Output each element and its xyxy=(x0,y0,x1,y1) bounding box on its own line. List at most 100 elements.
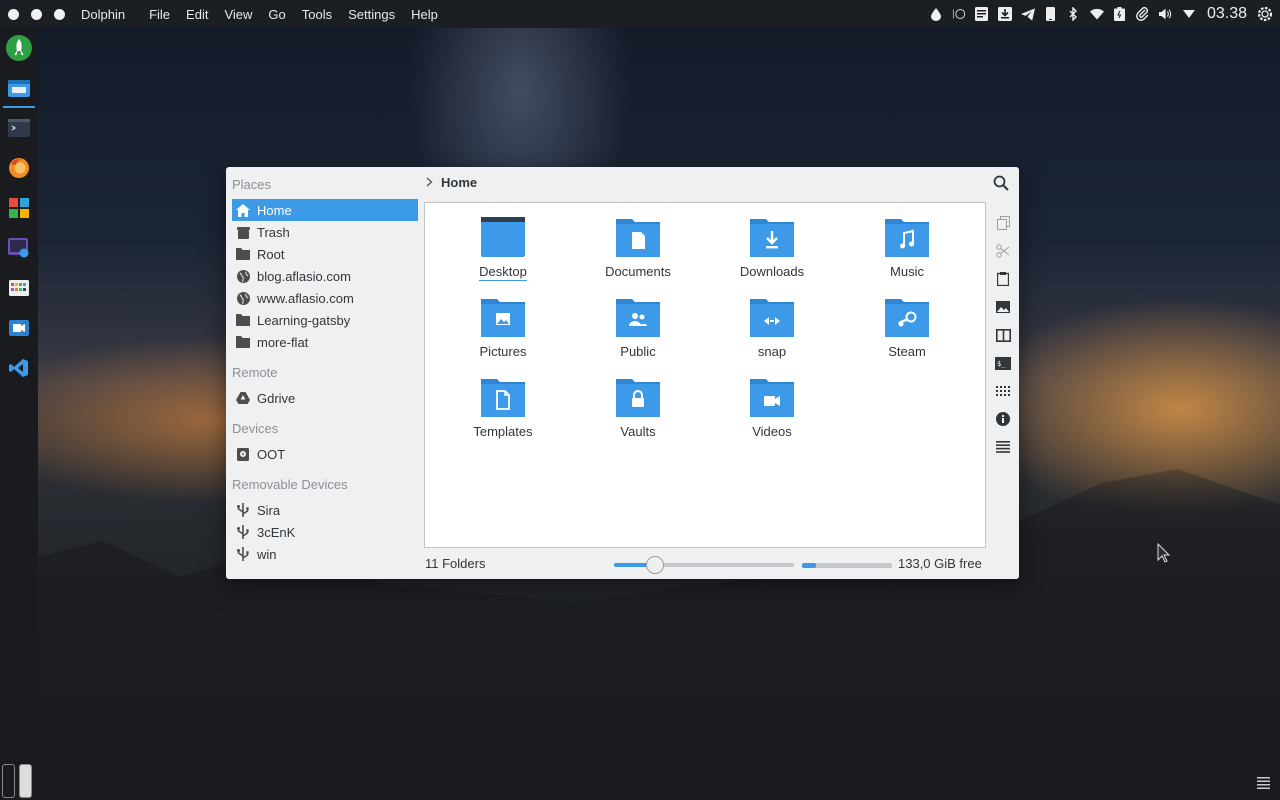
preview-button[interactable] xyxy=(993,293,1013,321)
menu-edit[interactable]: Edit xyxy=(178,7,216,22)
dock-app-grid[interactable] xyxy=(0,188,38,228)
dock-terminal[interactable] xyxy=(0,108,38,148)
folder-pictures[interactable]: Pictures xyxy=(448,296,558,372)
dock-color-palette[interactable] xyxy=(0,268,38,308)
workspace-1[interactable] xyxy=(2,764,15,798)
search-button[interactable] xyxy=(993,175,1011,193)
places-panel: Places Home Trash Root blog.aflasio.com … xyxy=(226,167,424,579)
folder-count: 11 Folders xyxy=(425,556,486,571)
split-view-button[interactable] xyxy=(993,321,1013,349)
folder-videos[interactable]: Videos xyxy=(717,376,827,452)
place-www[interactable]: www.aflasio.com xyxy=(232,287,418,309)
maximize-window-button[interactable] xyxy=(54,8,65,20)
circle-icon[interactable] xyxy=(952,7,966,21)
file-view[interactable]: Desktop Documents Downloads Music Pictur… xyxy=(424,202,986,548)
dock-launcher[interactable] xyxy=(0,28,38,68)
folder-music[interactable]: Music xyxy=(852,216,962,292)
paste-button[interactable] xyxy=(993,265,1013,293)
zoom-slider[interactable] xyxy=(614,556,794,574)
desktop-menu-icon[interactable] xyxy=(1257,777,1270,792)
folder-snap[interactable]: snap xyxy=(717,296,827,372)
dock-video[interactable] xyxy=(0,308,38,348)
drop-icon[interactable] xyxy=(929,7,943,21)
workspace-2[interactable] xyxy=(19,764,32,798)
folder-label: Pictures xyxy=(479,344,527,359)
minimize-window-button[interactable] xyxy=(31,8,42,20)
wifi-icon[interactable] xyxy=(1089,7,1104,21)
battery-icon[interactable] xyxy=(1113,7,1127,21)
place-label: Gdrive xyxy=(257,390,296,406)
place-label: win xyxy=(257,546,277,562)
place-win[interactable]: win xyxy=(232,543,418,565)
zoom-slider-handle[interactable] xyxy=(646,556,664,574)
mouse-cursor xyxy=(1157,542,1171,566)
copy-icon xyxy=(996,216,1010,230)
copy-button[interactable] xyxy=(993,209,1013,237)
paste-icon xyxy=(997,272,1009,286)
folder-icon xyxy=(235,334,251,350)
cut-button[interactable] xyxy=(993,237,1013,265)
folder-documents[interactable]: Documents xyxy=(583,216,693,292)
place-oot[interactable]: OOT xyxy=(232,443,418,465)
firefox-icon xyxy=(9,158,29,178)
menu-help[interactable]: Help xyxy=(403,7,446,22)
info-button[interactable] xyxy=(993,405,1013,433)
folder-downloads[interactable]: Downloads xyxy=(717,216,827,292)
folder-label: Public xyxy=(620,344,656,359)
trash-icon xyxy=(235,224,251,240)
clock[interactable]: 03.38 xyxy=(1207,5,1247,23)
folder-icon xyxy=(235,246,251,262)
tool-strip: $_ xyxy=(991,209,1015,461)
place-blog[interactable]: blog.aflasio.com xyxy=(232,265,418,287)
phone-icon[interactable] xyxy=(1044,7,1058,21)
folder-vaults[interactable]: Vaults xyxy=(583,376,693,452)
dock-firefox[interactable] xyxy=(0,148,38,188)
notes-icon[interactable] xyxy=(975,7,989,21)
place-root[interactable]: Root xyxy=(232,243,418,265)
place-learning-gatsby[interactable]: Learning-gatsby xyxy=(232,309,418,331)
clip-icon[interactable] xyxy=(1136,7,1150,21)
folder-templates[interactable]: Templates xyxy=(448,376,558,452)
free-space: 133,0 GiB free xyxy=(898,556,982,571)
telegram-icon[interactable] xyxy=(1020,7,1035,21)
icons-view-button[interactable] xyxy=(993,377,1013,405)
breadcrumb-home[interactable]: Home xyxy=(441,175,477,190)
arrow-down-icon[interactable] xyxy=(1182,7,1196,21)
app-name: Dolphin xyxy=(81,6,126,22)
details-view-button[interactable] xyxy=(993,433,1013,461)
menu-go[interactable]: Go xyxy=(260,7,293,22)
dolphin-window: Places Home Trash Root blog.aflasio.com … xyxy=(226,167,1019,579)
folder-label: snap xyxy=(757,344,787,359)
gear-icon[interactable] xyxy=(1256,5,1274,23)
folder-public[interactable]: Public xyxy=(583,296,693,372)
dock-dolphin[interactable] xyxy=(0,68,38,108)
menu-tools[interactable]: Tools xyxy=(294,7,340,22)
screenshot-icon xyxy=(8,238,29,258)
close-window-button[interactable] xyxy=(8,8,19,20)
place-trash[interactable]: Trash xyxy=(232,221,418,243)
folder-steam[interactable]: Steam xyxy=(852,296,962,372)
place-gdrive[interactable]: Gdrive xyxy=(232,387,418,409)
folder-desktop[interactable]: Desktop xyxy=(448,216,558,292)
cut-icon xyxy=(996,244,1010,258)
dock-screenshot[interactable] xyxy=(0,228,38,268)
place-home[interactable]: Home xyxy=(232,199,418,221)
place-label: Learning-gatsby xyxy=(257,312,351,328)
download-icon[interactable] xyxy=(997,7,1012,21)
menu-view[interactable]: View xyxy=(216,7,260,22)
terminal-panel-button[interactable]: $_ xyxy=(993,349,1013,377)
place-sira[interactable]: Sira xyxy=(232,499,418,521)
dock-vscode[interactable] xyxy=(0,348,38,388)
place-3cenk[interactable]: 3cEnK xyxy=(232,521,418,543)
place-more-flat[interactable]: more-flat xyxy=(232,331,418,353)
menu-settings[interactable]: Settings xyxy=(340,7,403,22)
place-label: Home xyxy=(257,202,292,218)
volume-icon[interactable] xyxy=(1158,7,1173,21)
global-menu: File Edit View Go Tools Settings Help xyxy=(141,7,446,22)
downloads-folder-icon xyxy=(750,219,794,257)
icons-view-icon xyxy=(996,386,1010,396)
chevron-right-icon[interactable] xyxy=(426,175,433,190)
search-icon xyxy=(993,175,1009,191)
menu-file[interactable]: File xyxy=(141,7,178,22)
bluetooth-icon[interactable] xyxy=(1067,7,1081,21)
